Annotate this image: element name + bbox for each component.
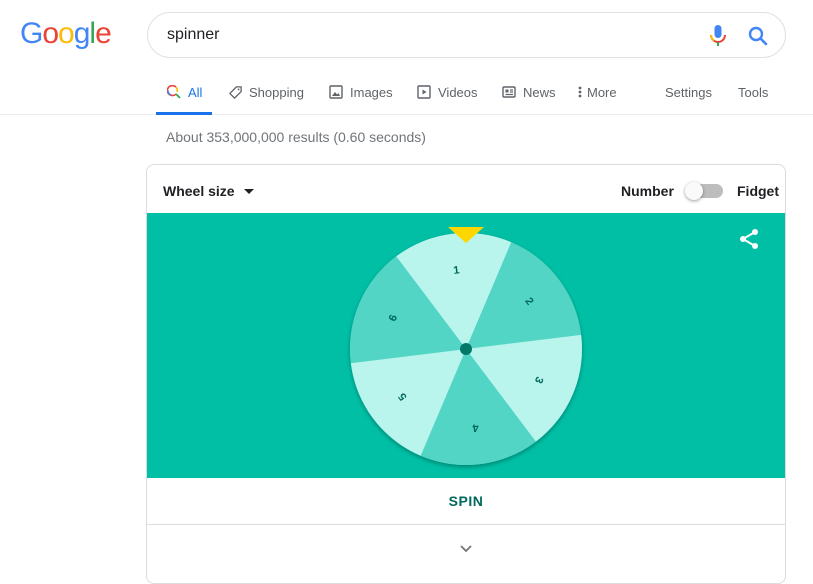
tools-link[interactable]: Tools [738, 70, 768, 114]
mode-fidget-label[interactable]: Fidget [737, 183, 779, 199]
chevron-down-icon [459, 541, 473, 573]
more-vert-icon [577, 84, 583, 100]
tab-images[interactable]: Images [328, 70, 393, 114]
logo-letter: o [58, 17, 75, 50]
tab-label: More [587, 84, 617, 100]
mode-number-label[interactable]: Number [621, 183, 674, 199]
settings-link[interactable]: Settings [665, 70, 712, 114]
logo-letter: g [73, 17, 91, 50]
spinner-wheel[interactable]: 123456 [147, 213, 786, 478]
tab-all[interactable]: All [155, 70, 214, 115]
spin-label: SPIN [448, 493, 484, 509]
wheel-size-dropdown[interactable]: Wheel size [163, 183, 254, 199]
share-icon[interactable] [737, 227, 761, 251]
spinner-header: Wheel size Number Fidget [147, 165, 785, 213]
tag-icon [227, 84, 243, 100]
microphone-icon[interactable] [708, 24, 728, 48]
wheel-size-label: Wheel size [163, 183, 235, 199]
logo-letter: G [20, 17, 43, 50]
search-input[interactable] [167, 24, 687, 46]
tab-label: Videos [438, 84, 478, 100]
newspaper-icon [501, 84, 517, 100]
search-box[interactable] [147, 12, 786, 58]
play-icon [416, 84, 432, 100]
tab-label: All [188, 84, 203, 100]
caret-down-icon [243, 188, 254, 194]
toggle-knob [685, 182, 703, 200]
logo-letter: e [95, 17, 112, 50]
search-icon [166, 84, 182, 100]
image-icon [328, 84, 344, 100]
spin-button[interactable]: SPIN [147, 478, 785, 525]
tab-shopping[interactable]: Shopping [227, 70, 304, 114]
tab-label: News [523, 84, 556, 100]
spinner-stage: 123456 [147, 213, 785, 478]
wheel-hub [460, 343, 472, 355]
logo-letter: o [42, 17, 59, 50]
search-icon[interactable] [746, 24, 770, 48]
tab-more[interactable]: More [577, 70, 617, 114]
tab-news[interactable]: News [501, 70, 556, 114]
result-stats: About 353,000,000 results (0.60 seconds) [166, 129, 426, 145]
tab-label: Shopping [249, 84, 304, 100]
expand-button[interactable] [147, 525, 785, 573]
search-tabs: All Shopping Images Videos News More Set… [0, 70, 813, 115]
spinner-card: Wheel size Number Fidget 123456 SPIN [146, 164, 786, 584]
tab-videos[interactable]: Videos [416, 70, 478, 114]
tab-label: Images [350, 84, 393, 100]
mode-toggle[interactable] [685, 182, 723, 200]
google-logo[interactable]: Google [20, 17, 112, 51]
